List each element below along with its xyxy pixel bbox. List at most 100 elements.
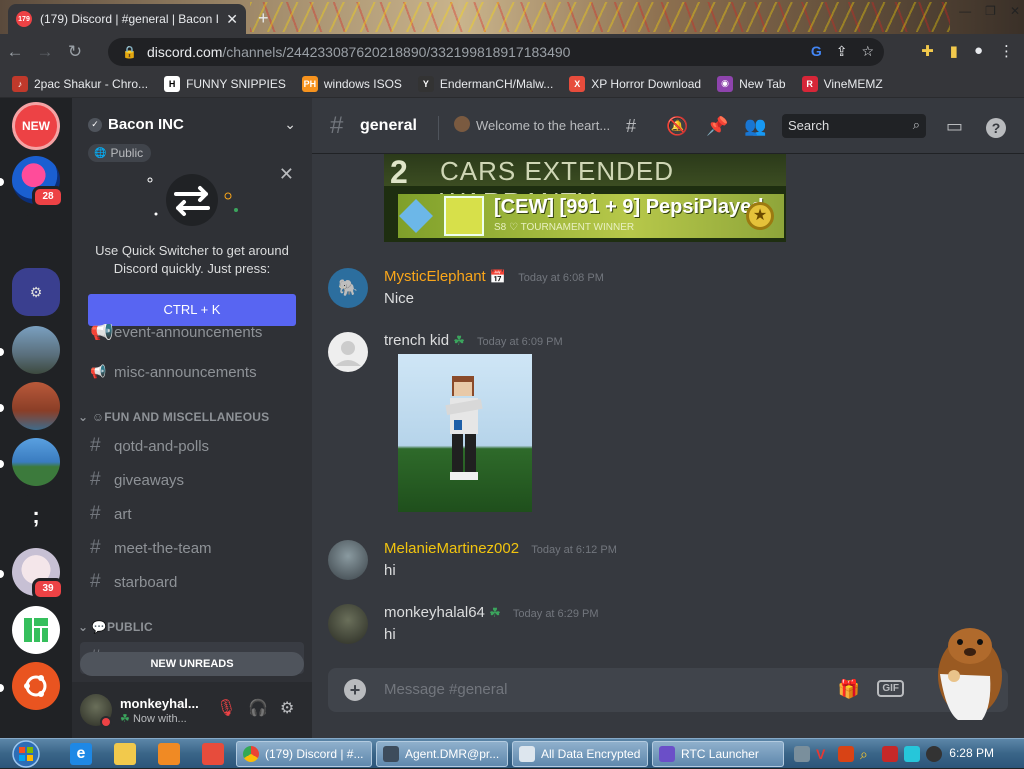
threads-icon[interactable]: # [626, 116, 636, 137]
mute-mic-icon[interactable]: 🎙 [216, 698, 236, 718]
server-icon-manjaro[interactable] [12, 606, 60, 654]
default-avatar-icon [335, 341, 361, 366]
google-icon[interactable]: G [811, 43, 822, 60]
profile-avatar-icon[interactable]: ● [974, 42, 983, 60]
share-icon[interactable]: ⇪ [836, 43, 848, 60]
taskbar-task-encrypted[interactable]: All Data Encrypted [512, 741, 648, 767]
bookmark-item[interactable]: Y EndermanCH/Malw... [417, 75, 553, 92]
bookmark-item[interactable]: H FUNNY SNIPPIES [164, 75, 286, 92]
bookmark-star-icon[interactable]: ☆ [861, 43, 874, 60]
server-icon-dark[interactable] [12, 214, 60, 262]
tray-monitor-icon[interactable] [904, 746, 920, 762]
url-host: discord.com [146, 44, 223, 60]
server-icon-anime[interactable]: 28 [12, 156, 64, 208]
pin-icon[interactable]: 📌 [706, 116, 728, 137]
bookmark-item[interactable]: ◉ New Tab [717, 75, 786, 92]
browser-tab-discord[interactable]: 179 (179) Discord | #general | Bacon I ✕ [8, 4, 246, 34]
taskbar-task-discord[interactable]: (179) Discord | #... [236, 741, 372, 767]
gift-icon[interactable]: 🎁 [838, 679, 860, 700]
member-list-icon[interactable]: 👥 [744, 116, 766, 137]
tray-flag-icon[interactable] [882, 746, 898, 762]
tray-record-icon[interactable] [926, 746, 942, 762]
taskbar-task-rtc-launcher[interactable]: RTC Launcher [652, 741, 784, 767]
user-avatar[interactable]: 🐘 [328, 268, 368, 308]
server-icon-brick[interactable] [12, 382, 60, 430]
tray-dots-icon[interactable] [838, 746, 854, 762]
inbox-icon[interactable]: ▭ [946, 116, 963, 137]
chevron-down-icon[interactable]: ⌄ [284, 116, 296, 133]
file-explorer-icon[interactable] [114, 743, 136, 765]
extensions-puzzle-icon[interactable]: ✚ [921, 42, 934, 60]
message-author[interactable]: trench kid ☘ Today at 6:09 PM [384, 332, 563, 349]
channel-meet-the-team[interactable]: # meet-the-team [80, 532, 304, 564]
channel-topic[interactable]: Welcome to the heart... [476, 118, 610, 133]
address-bar[interactable]: 🔒 discord.com/channels/24423308762021889… [108, 38, 884, 66]
headphones-icon[interactable]: 🎧 [248, 698, 268, 718]
server-icon-ubuntu[interactable] [12, 662, 60, 710]
tray-v-icon[interactable]: V [816, 746, 832, 762]
internet-explorer-icon[interactable]: e [70, 743, 92, 765]
new-unreads-button[interactable]: NEW UNREADS [80, 652, 304, 676]
gif-button[interactable]: GIF [877, 680, 904, 697]
channel-starboard[interactable]: # starboard [80, 566, 304, 598]
search-input[interactable]: Search ⌕ [782, 114, 926, 138]
tray-search-icon[interactable]: ⌕ [860, 746, 876, 762]
back-icon[interactable]: ← [0, 42, 30, 62]
category-public[interactable]: ⌄ 💬PUBLIC [78, 620, 153, 634]
help-icon[interactable]: ? [986, 118, 1006, 138]
message-input[interactable]: Message #general [384, 681, 507, 698]
channel-qotd-and-polls[interactable]: # qotd-and-polls [80, 430, 304, 462]
settings-gear-icon[interactable]: ⚙ [280, 698, 294, 718]
channel-art[interactable]: # art [80, 498, 304, 530]
new-tab-icon[interactable]: + [258, 8, 269, 29]
quick-switcher-popup: ✕ Use Quick Switcher to get around Disco… [80, 164, 304, 334]
attach-plus-icon[interactable]: + [344, 679, 366, 701]
bookmark-item[interactable]: R VineMEMZ [801, 75, 883, 92]
channel-giveaways[interactable]: # giveaways [80, 464, 304, 496]
server-icon-anime-girl[interactable]: 39 [12, 548, 64, 600]
username[interactable]: monkeyhal... [120, 696, 199, 711]
category-fun-and-miscellaneous[interactable]: ⌄ ☺FUN AND MISCELLANEOUS [78, 410, 269, 424]
minimize-icon[interactable]: — [959, 4, 971, 18]
user-avatar[interactable] [328, 332, 368, 372]
notification-bell-muted-icon[interactable]: 🔕 [666, 116, 688, 137]
channel-misc-announcements[interactable]: 📢 misc-announcements [80, 356, 304, 388]
server-icon-minecraft[interactable] [12, 326, 60, 374]
ph-icon: PH [301, 75, 318, 92]
bookmark-item[interactable]: PH windows ISOS [301, 75, 402, 92]
channel-event-announcements[interactable]: 📢 event-announcements [80, 324, 304, 340]
user-avatar[interactable] [328, 604, 368, 644]
bookmark-label: New Tab [739, 76, 786, 91]
message-author[interactable]: MysticElephant 📅 Today at 6:08 PM [384, 268, 604, 285]
close-tab-icon[interactable]: ✕ [226, 11, 238, 28]
taskbar-task-agent[interactable]: Agent.DMR@pr... [376, 741, 508, 767]
server-icon-semicolon[interactable]: ; [12, 494, 60, 542]
taskbar-clock[interactable]: 6:28 PM [949, 746, 994, 760]
close-window-icon[interactable]: ✕ [1010, 4, 1020, 18]
start-orb-icon[interactable] [6, 739, 46, 769]
server-icon-bacon-inc[interactable]: ⚙ [12, 268, 60, 316]
attachment-tournament-banner[interactable]: CARS EXTENDED WARRANTY 2 [CEW] [991 + 9]… [384, 154, 786, 242]
rtc-icon [659, 746, 675, 762]
tray-app-icon[interactable] [794, 746, 810, 762]
media-player-icon[interactable] [158, 743, 180, 765]
server-icon-landscape[interactable] [12, 438, 60, 486]
app-launcher-icon[interactable] [202, 743, 224, 765]
restore-icon[interactable]: ❐ [985, 4, 996, 18]
bookmark-item[interactable]: ♪ 2pac Shakur - Chro... [12, 75, 148, 92]
hash-icon: # [90, 571, 101, 592]
attachment-roblox-image[interactable] [398, 354, 532, 512]
hash-icon: # [90, 503, 101, 524]
bookmark-item[interactable]: X XP Horror Download [569, 75, 701, 92]
reload-icon[interactable]: ↻ [60, 42, 90, 62]
close-icon[interactable]: ✕ [279, 164, 294, 185]
forward-icon[interactable]: → [30, 42, 60, 62]
channel-label: giveaways [114, 471, 185, 489]
sidepanel-icon[interactable]: ▮ [950, 42, 958, 60]
new-server-button[interactable]: NEW [12, 102, 60, 150]
message-author[interactable]: monkeyhalal64 ☘ Today at 6:29 PM [384, 604, 599, 621]
menu-kebab-icon[interactable]: ⋮ [999, 42, 1014, 60]
message-author[interactable]: MelanieMartinez002 Today at 6:12 PM [384, 540, 617, 557]
quick-switcher-shortcut-button[interactable]: CTRL + K [88, 294, 296, 326]
user-avatar[interactable] [328, 540, 368, 580]
